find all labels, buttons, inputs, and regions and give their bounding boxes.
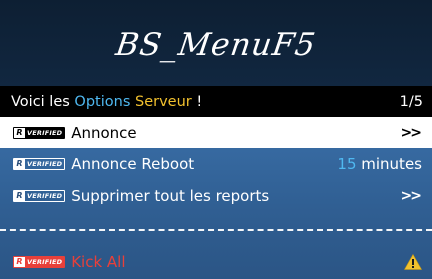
- subheader-suffix: !: [191, 93, 203, 110]
- page-counter: 1/5: [399, 93, 423, 110]
- subheader-serveur-word: Serveur: [134, 93, 192, 110]
- menu-item-supprimer-reports[interactable]: R VERIFIED Supprimer tout les reports >>: [0, 180, 432, 211]
- menu-item-annonce[interactable]: R VERIFIED Annonce >>: [0, 117, 432, 148]
- reboot-delay-value: 15 minutes: [337, 155, 422, 173]
- warning-icon: [404, 253, 422, 270]
- menu-item-label: Annonce Reboot: [71, 154, 195, 173]
- menu-separator: [0, 229, 432, 231]
- menu-item-label: Kick All: [71, 252, 126, 271]
- menu-title: BS_MenuF5: [113, 27, 319, 63]
- verified-badge-icon: R VERIFIED: [13, 126, 66, 139]
- verified-badge-icon: R VERIFIED: [13, 189, 66, 202]
- menu-item-label: Annonce: [71, 123, 137, 142]
- subheader-prefix: Voici les: [11, 93, 75, 110]
- chevron-right-icon: >>: [400, 187, 423, 204]
- menu-subheader: Voici les Options Serveur ! 1/5: [0, 86, 432, 117]
- verified-badge-icon: R VERIFIED: [13, 255, 66, 268]
- menu-banner: BS_MenuF5: [0, 0, 432, 86]
- reboot-delay-unit: minutes: [356, 154, 422, 173]
- server-options-menu: BS_MenuF5 Voici les Options Serveur ! 1/…: [0, 0, 432, 279]
- menu-item-label: Supprimer tout les reports: [71, 186, 270, 205]
- chevron-right-icon: >>: [400, 124, 423, 141]
- menu-items: R VERIFIED Annonce >> R VERIFIED Annonce R…: [0, 117, 432, 279]
- subheader-options-word: Options: [74, 93, 131, 110]
- menu-item-annonce-reboot[interactable]: R VERIFIED Annonce Reboot 15 minutes: [0, 148, 432, 179]
- subheader-text: Voici les Options Serveur !: [11, 94, 202, 110]
- menu-item-kick-all[interactable]: R VERIFIED Kick All: [0, 246, 432, 277]
- reboot-delay-number: 15: [337, 154, 357, 173]
- verified-badge-icon: R VERIFIED: [13, 157, 66, 170]
